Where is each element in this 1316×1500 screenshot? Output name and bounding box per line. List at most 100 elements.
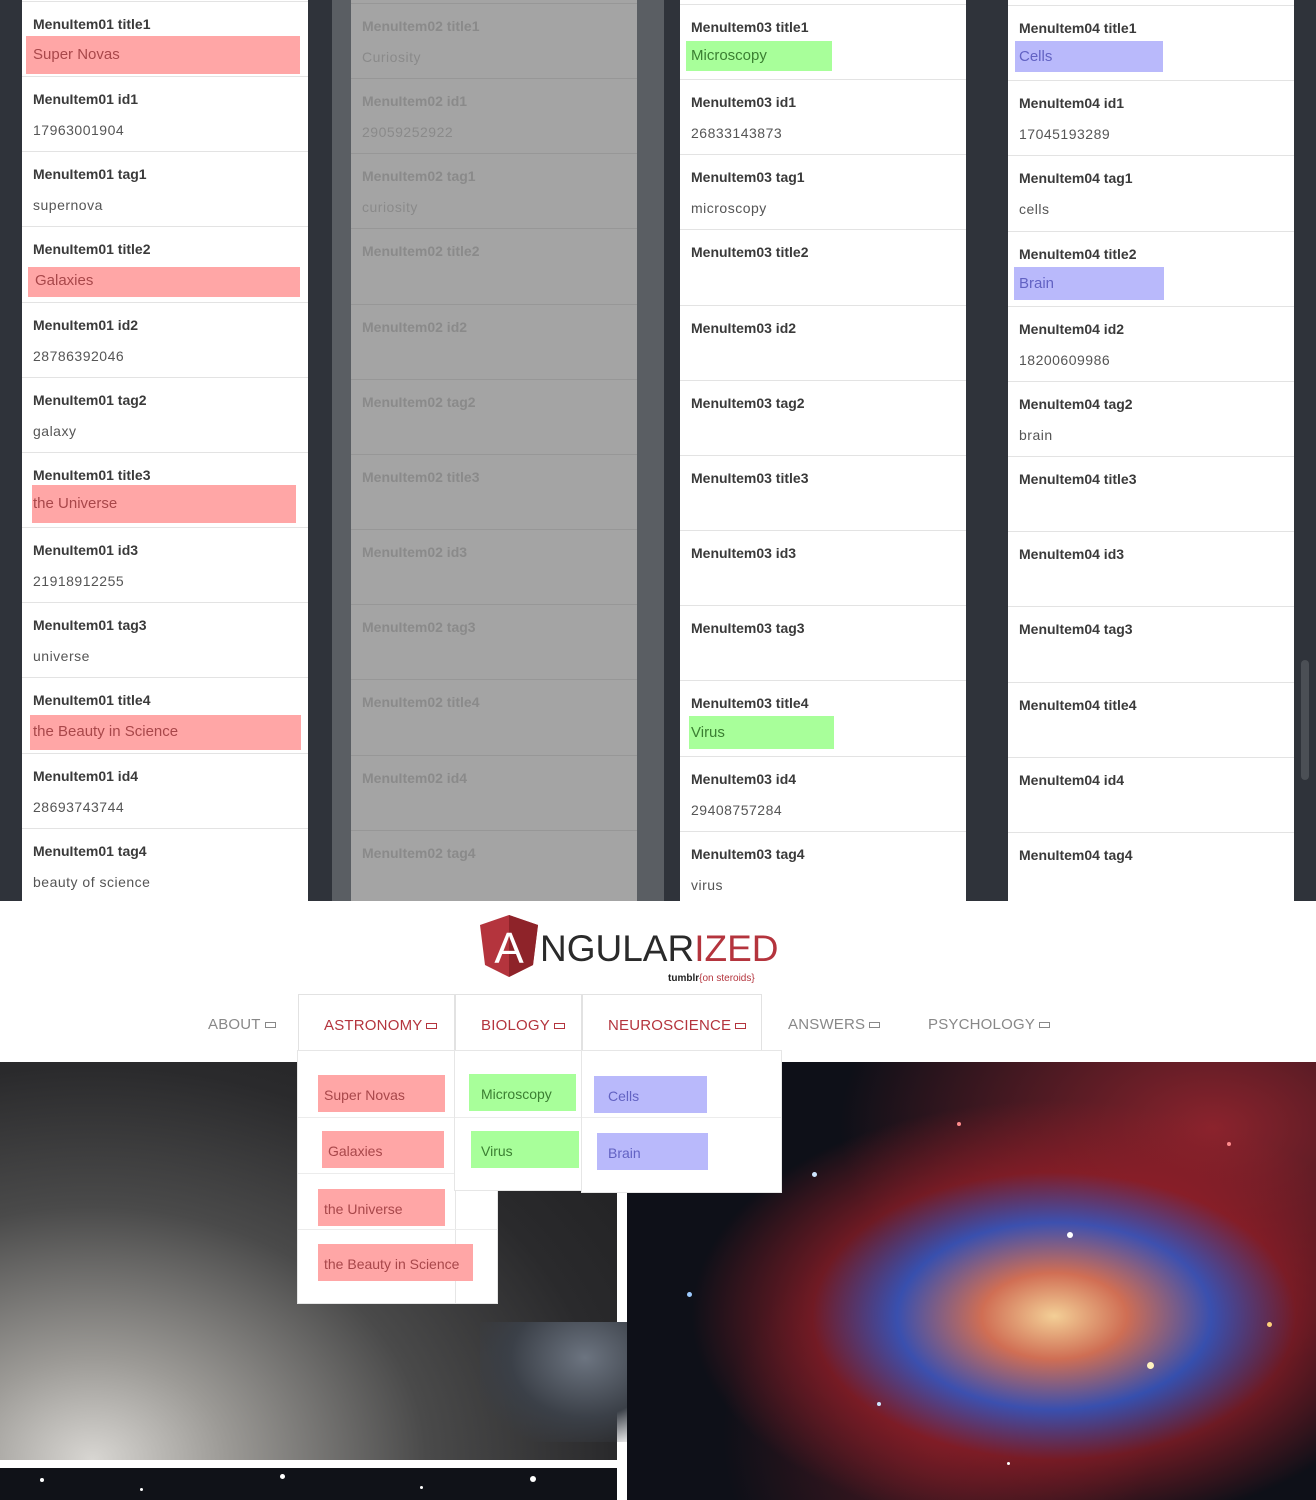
field-value: 26833143873 bbox=[691, 125, 783, 141]
menu-item-01-column: MenuItem01 title1 Super Novas MenuItem01 … bbox=[22, 0, 308, 901]
field-row[interactable]: MenuItem04 tag1 cells bbox=[1008, 155, 1294, 230]
field-label: MenuItem01 title1 bbox=[33, 16, 151, 32]
nav-psychology[interactable]: PSYCHOLOGY bbox=[928, 994, 1051, 1052]
astronomy-dropdown: Super Novas Galaxies the Universe the Be… bbox=[298, 1051, 497, 1303]
field-row[interactable]: MenuItem02 title3 bbox=[351, 454, 637, 529]
dropdown-row: the Beauty in Science bbox=[298, 1229, 497, 1285]
nav-neuroscience[interactable]: NEUROSCIENCE bbox=[582, 994, 762, 1052]
logo-tagline: tumblr{on steroids} bbox=[668, 973, 755, 984]
field-row[interactable]: MenuItem01 title1 Super Novas bbox=[22, 1, 308, 76]
field-row[interactable]: MenuItem03 tag2 bbox=[680, 380, 966, 455]
dropdown-item[interactable]: Brain bbox=[597, 1133, 708, 1170]
title-chip[interactable]: Super Novas bbox=[26, 36, 300, 74]
field-row[interactable]: MenuItem02 tag1 curiosity bbox=[351, 153, 637, 228]
star bbox=[1267, 1322, 1272, 1327]
starfield-photo[interactable] bbox=[0, 1468, 617, 1500]
field-row[interactable]: MenuItem01 title4 the Beauty in Science bbox=[22, 677, 308, 752]
field-row[interactable]: MenuItem04 title3 bbox=[1008, 456, 1294, 531]
field-row[interactable]: MenuItem04 tag3 bbox=[1008, 606, 1294, 681]
dropdown-item[interactable]: Cells bbox=[594, 1076, 707, 1113]
title-chip[interactable]: Brain bbox=[1014, 267, 1164, 300]
field-row[interactable]: MenuItem01 id4 28693743744 bbox=[22, 753, 308, 828]
title-chip[interactable]: Microscopy bbox=[686, 41, 832, 71]
field-row[interactable]: MenuItem01 tag2 galaxy bbox=[22, 377, 308, 452]
field-row[interactable]: MenuItem01 tag1 supernova bbox=[22, 151, 308, 226]
dropdown-row: Virus bbox=[455, 1117, 582, 1173]
field-label: MenuItem04 tag2 bbox=[1019, 396, 1133, 412]
field-label: MenuItem01 tag2 bbox=[33, 392, 147, 408]
nav-label: NEUROSCIENCE bbox=[608, 1017, 732, 1034]
field-row[interactable]: MenuItem04 tag4 bbox=[1008, 832, 1294, 901]
field-row[interactable]: MenuItem04 tag2 brain bbox=[1008, 381, 1294, 456]
field-row[interactable]: MenuItem01 id1 17963001904 bbox=[22, 76, 308, 151]
field-row[interactable]: MenuItem04 id2 18200609986 bbox=[1008, 306, 1294, 381]
dropdown-item[interactable]: Virus bbox=[471, 1131, 579, 1168]
star bbox=[420, 1486, 423, 1489]
field-row[interactable]: MenuItem01 tag3 universe bbox=[22, 602, 308, 677]
field-row[interactable]: MenuItem02 title4 bbox=[351, 679, 637, 754]
field-row[interactable]: MenuItem03 id1 26833143873 bbox=[680, 79, 966, 154]
title-chip[interactable]: Cells bbox=[1015, 41, 1163, 72]
field-row[interactable]: MenuItem04 title4 bbox=[1008, 682, 1294, 757]
field-row[interactable]: MenuItem03 title1 Microscopy bbox=[680, 4, 966, 79]
site-logo[interactable]: A NGULARIZED tumblr{on steroids} bbox=[478, 913, 778, 984]
title-chip[interactable]: the Beauty in Science bbox=[30, 715, 301, 750]
field-row[interactable]: MenuItem01 id3 21918912255 bbox=[22, 527, 308, 602]
field-row[interactable]: MenuItem02 title2 bbox=[351, 228, 637, 303]
field-label: MenuItem01 id4 bbox=[33, 768, 139, 784]
field-row[interactable]: MenuItem04 id4 bbox=[1008, 757, 1294, 832]
dropdown-item[interactable]: the Beauty in Science bbox=[318, 1244, 473, 1281]
field-row[interactable]: MenuItem02 tag2 bbox=[351, 379, 637, 454]
dropdown-item[interactable]: Galaxies bbox=[322, 1131, 444, 1168]
field-row[interactable]: MenuItem02 id3 bbox=[351, 529, 637, 604]
menu-item-03-column: MenuItem03 title1 Microscopy MenuItem03 i… bbox=[680, 0, 966, 901]
field-row[interactable]: MenuItem03 tag1 microscopy bbox=[680, 154, 966, 229]
field-row[interactable]: MenuItem03 title3 bbox=[680, 455, 966, 530]
field-label: MenuItem02 tag4 bbox=[362, 845, 476, 861]
field-label: MenuItem02 id1 bbox=[362, 93, 468, 109]
field-label: MenuItem02 tag1 bbox=[362, 168, 476, 184]
field-row[interactable]: MenuItem03 tag3 bbox=[680, 605, 966, 680]
field-row[interactable]: MenuItem02 title1 Curiosity bbox=[351, 3, 637, 78]
field-row[interactable]: MenuItem02 id1 29059252922 bbox=[351, 78, 637, 153]
field-value: Curiosity bbox=[362, 49, 421, 65]
field-row[interactable]: MenuItem04 id3 bbox=[1008, 531, 1294, 606]
field-row[interactable]: MenuItem03 tag4 virus bbox=[680, 831, 966, 901]
field-label: MenuItem02 title1 bbox=[362, 18, 480, 34]
minus-box-icon bbox=[553, 1023, 565, 1030]
title-chip[interactable]: Virus bbox=[689, 716, 834, 749]
field-row[interactable]: MenuItem03 id3 bbox=[680, 530, 966, 605]
nav-about[interactable]: ABOUT bbox=[208, 994, 276, 1052]
field-label: MenuItem01 id3 bbox=[33, 542, 139, 558]
field-row[interactable]: MenuItem04 id1 17045193289 bbox=[1008, 80, 1294, 155]
field-row[interactable]: MenuItem02 id2 bbox=[351, 304, 637, 379]
field-row[interactable]: MenuItem03 title4 Virus bbox=[680, 680, 966, 755]
nav-astronomy[interactable]: ASTRONOMY bbox=[298, 994, 455, 1052]
field-row[interactable]: MenuItem01 title2 Galaxies bbox=[22, 226, 308, 301]
field-label: MenuItem04 title4 bbox=[1019, 697, 1137, 713]
dropdown-item[interactable]: Microscopy bbox=[469, 1074, 576, 1111]
dropdown-item[interactable]: Super Novas bbox=[318, 1075, 445, 1112]
field-row[interactable]: MenuItem04 title1 Cells bbox=[1008, 5, 1294, 80]
field-row[interactable]: MenuItem02 tag4 bbox=[351, 830, 637, 901]
title-chip[interactable]: the Universe bbox=[32, 485, 296, 523]
nav-biology[interactable]: BIOLOGY bbox=[455, 994, 582, 1052]
field-label: MenuItem01 title2 bbox=[33, 241, 151, 257]
dropdown-item[interactable]: the Universe bbox=[318, 1189, 445, 1226]
nav-label: PSYCHOLOGY bbox=[928, 1016, 1036, 1033]
field-row[interactable]: MenuItem01 tag4 beauty of science bbox=[22, 828, 308, 901]
scrollbar-thumb[interactable] bbox=[1301, 660, 1309, 780]
field-row[interactable]: MenuItem02 id4 bbox=[351, 755, 637, 830]
field-row[interactable]: MenuItem02 tag3 bbox=[351, 604, 637, 679]
nav-answers[interactable]: ANSWERS bbox=[788, 994, 881, 1052]
field-row[interactable]: MenuItem03 title2 bbox=[680, 229, 966, 304]
field-row[interactable]: MenuItem01 id2 28786392046 bbox=[22, 302, 308, 377]
logo-sub-main: tumblr bbox=[668, 973, 700, 984]
field-row[interactable]: MenuItem03 id4 29408757284 bbox=[680, 756, 966, 831]
field-row[interactable]: MenuItem04 title2 Brain bbox=[1008, 231, 1294, 306]
title-chip[interactable]: Galaxies bbox=[28, 267, 300, 297]
field-label: MenuItem04 tag3 bbox=[1019, 621, 1133, 637]
field-row[interactable]: MenuItem01 title3 the Universe bbox=[22, 452, 308, 527]
field-row[interactable]: MenuItem03 id2 bbox=[680, 305, 966, 380]
star bbox=[280, 1474, 285, 1479]
